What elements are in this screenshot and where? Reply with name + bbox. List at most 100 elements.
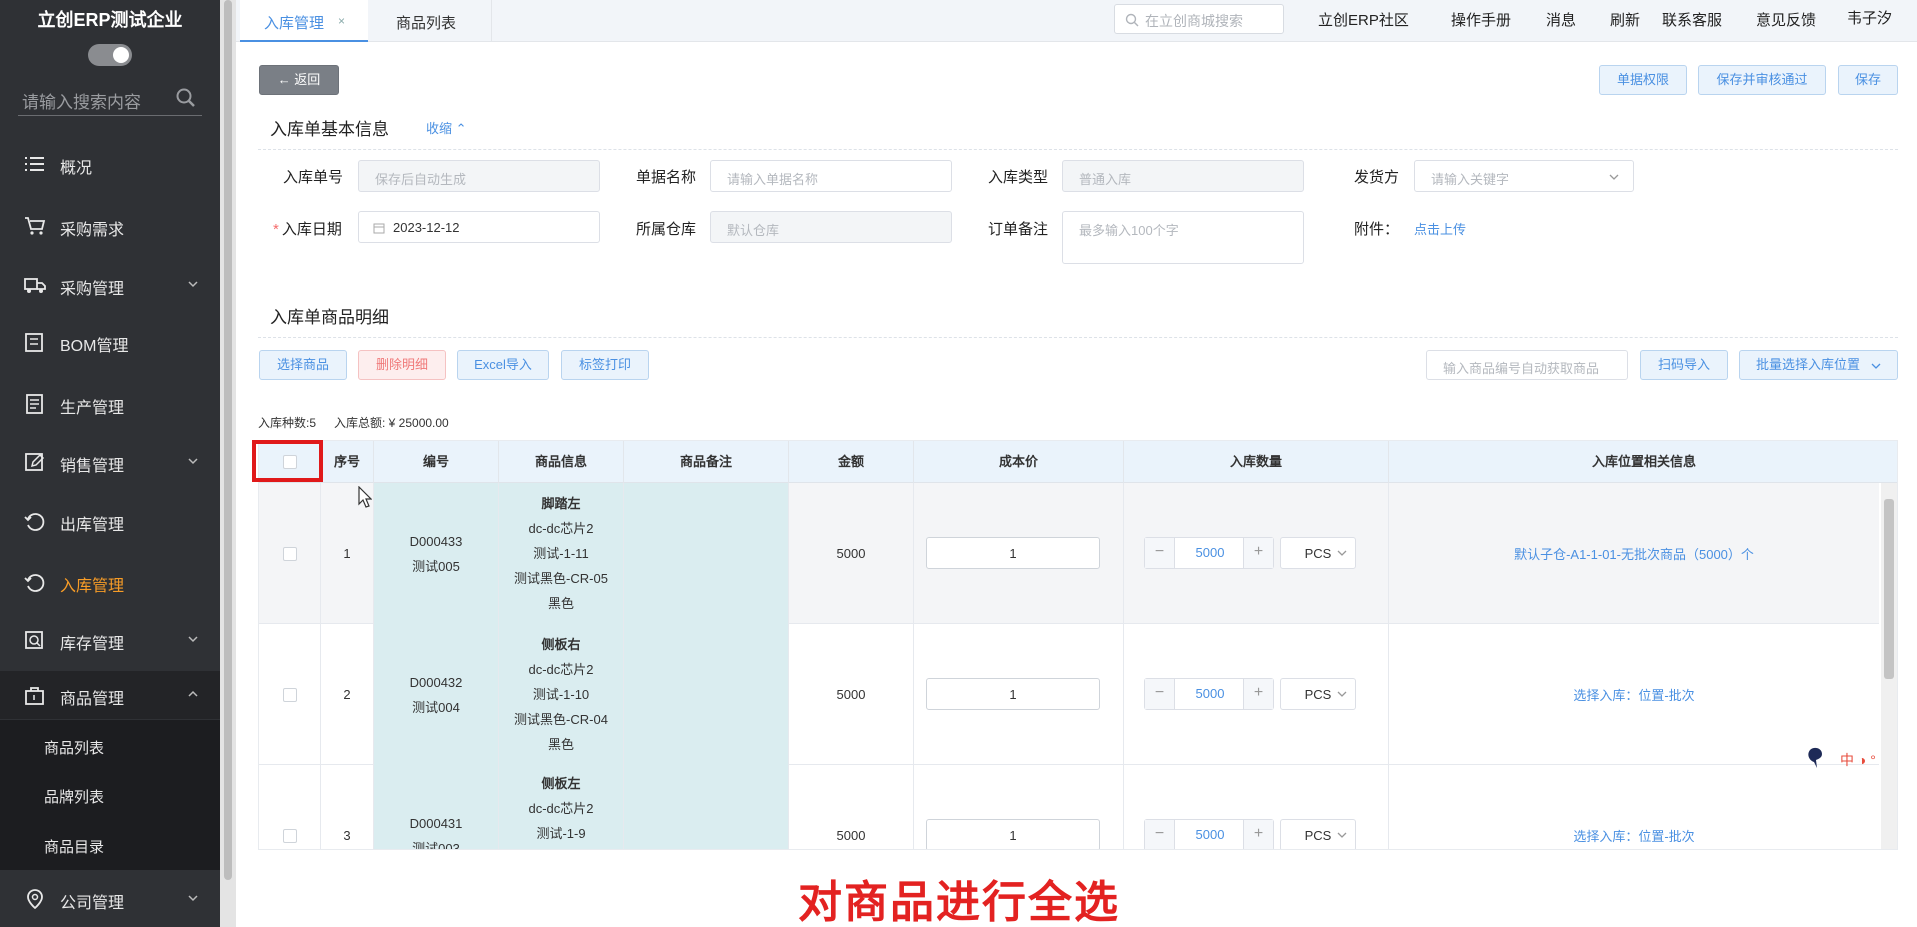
plus-icon[interactable]: + (1243, 820, 1273, 849)
remark-textarea[interactable]: 最多输入100个字 (1062, 211, 1304, 264)
header-cost: 成本价 (914, 441, 1124, 483)
link-feedback[interactable]: 意见反馈 (1756, 9, 1816, 30)
plus-icon[interactable]: + (1243, 538, 1273, 568)
search-placeholder: 在立创商城搜索 (1145, 13, 1243, 29)
cell-info: 侧板左 dc-dc芯片2 测试-1-9 (499, 765, 624, 849)
label-print-button[interactable]: 标签打印 (561, 350, 649, 380)
location-link[interactable]: 选择入库：位置-批次 (1573, 826, 1694, 845)
sidebar-scrollbar[interactable] (220, 0, 236, 927)
nav-outbound[interactable]: 出库管理 (0, 497, 220, 545)
link-refresh[interactable]: 刷新 (1610, 9, 1640, 30)
nav-inventory[interactable]: 库存管理 (0, 616, 220, 664)
ime-status[interactable]: 中 ◑ ° (1840, 750, 1876, 770)
scrollbar-thumb[interactable] (1884, 499, 1894, 679)
info-line: 黑色 (547, 596, 574, 611)
table-row: 2 D000432 测试004 侧板右 dc-dc芯片2 测试-1-10 测试黑… (259, 624, 1879, 765)
qty-value[interactable]: 5000 (1175, 538, 1245, 568)
product-name: 侧板左 (541, 776, 581, 791)
location-link[interactable]: 选择入库：位置-批次 (1573, 685, 1694, 704)
batch-location-label: 批量选择入库位置 (1756, 357, 1861, 372)
summary-total: 入库总额: ¥ 25000.00 (334, 416, 449, 430)
qty-stepper[interactable]: − 5000 + (1144, 678, 1274, 710)
product-code-input[interactable]: 输入商品编号自动获取商品 (1426, 350, 1628, 380)
doc-name-field[interactable]: 请输入单据名称 (710, 160, 952, 192)
user-name[interactable]: 韦子汐 (1847, 7, 1892, 28)
minus-icon[interactable]: − (1145, 820, 1175, 849)
permission-button[interactable]: 单据权限 (1599, 65, 1687, 95)
unit-select[interactable]: PCS (1280, 537, 1356, 569)
row-checkbox[interactable] (282, 828, 297, 843)
sender-select[interactable]: 请输入关键字 (1414, 160, 1634, 192)
cost-input[interactable]: 1 (926, 819, 1100, 849)
table-scrollbar[interactable] (1881, 483, 1897, 849)
cell-remark (624, 483, 789, 624)
table-header: 序号 编号 商品信息 商品备注 金额 成本价 入库数量 入库位置相关信息 (259, 441, 1897, 483)
nav-bom[interactable]: BOM管理 (0, 318, 220, 366)
theme-toggle[interactable] (88, 44, 132, 66)
save-button[interactable]: 保存 (1838, 65, 1898, 95)
nav-sales[interactable]: 销售管理 (0, 438, 220, 486)
scrollbar-thumb[interactable] (224, 0, 232, 880)
subnav-brand-list[interactable]: 品牌列表 (0, 771, 220, 819)
mall-search-input[interactable]: 在立创商城搜索 (1114, 4, 1284, 34)
label-attachment: 附件： (1354, 221, 1400, 238)
cell-remark (624, 765, 789, 849)
nav-production[interactable]: 生产管理 (0, 380, 220, 428)
nav-purchase-demand[interactable]: 采购需求 (0, 202, 220, 250)
link-manual[interactable]: 操作手册 (1451, 9, 1511, 30)
tab-product-list[interactable]: 商品列表 (372, 0, 492, 42)
upload-link[interactable]: 点击上传 (1414, 219, 1466, 238)
nav-purchase-mgmt[interactable]: 采购管理 (0, 261, 220, 309)
inbound-date-field[interactable]: 2023-12-12 (358, 211, 600, 243)
code-primary: D000431 (409, 815, 463, 831)
collapse-toggle[interactable]: 收缩 ⌃ (426, 118, 467, 137)
tab-inbound[interactable]: 入库管理 × (240, 0, 368, 42)
row-checkbox[interactable] (282, 546, 297, 561)
link-messages[interactable]: 消息 (1546, 9, 1576, 30)
plus-icon[interactable]: + (1243, 679, 1273, 709)
header-seq: 序号 (321, 441, 374, 483)
cell-remark (624, 624, 789, 765)
location-link[interactable]: 默认子仓-A1-1-01-无批次商品（5000）个 (1514, 544, 1754, 563)
scan-import-button[interactable]: 扫码导入 (1640, 350, 1728, 380)
excel-import-button[interactable]: Excel导入 (457, 350, 549, 380)
unit-select[interactable]: PCS (1280, 678, 1356, 710)
cost-input[interactable]: 1 (926, 678, 1100, 710)
qty-stepper[interactable]: − 5000 + (1144, 819, 1274, 849)
row-checkbox[interactable] (282, 687, 297, 702)
order-no-field[interactable]: 保存后自动生成 (358, 160, 600, 192)
minus-icon[interactable]: − (1145, 538, 1175, 568)
sidebar-search[interactable]: 请输入搜索内容 (18, 84, 202, 116)
cell-code: D000433 测试005 (374, 483, 499, 624)
nav-products[interactable]: 商品管理 (0, 671, 220, 719)
save-approve-button[interactable]: 保存并审核通过 (1698, 65, 1826, 95)
batch-location-button[interactable]: 批量选择入库位置 (1739, 350, 1898, 380)
back-button[interactable]: ← 返回 (259, 65, 339, 95)
cell-seq: 2 (321, 624, 374, 765)
unit-select[interactable]: PCS (1280, 819, 1356, 849)
subnav-product-list[interactable]: 商品列表 (0, 722, 220, 770)
cost-input[interactable]: 1 (926, 537, 1100, 569)
qty-value[interactable]: 5000 (1175, 679, 1245, 709)
inbound-type-field[interactable]: 普通入库 (1062, 160, 1304, 192)
subnav-label: 品牌列表 (44, 789, 105, 806)
link-community[interactable]: 立创ERP社区 (1318, 9, 1409, 30)
nav-company[interactable]: 公司管理 (0, 875, 220, 923)
toggle-knob (113, 47, 129, 63)
link-support[interactable]: 联系客服 (1662, 9, 1722, 30)
cell-code: D000431 测试003 (374, 765, 499, 849)
select-product-button[interactable]: 选择商品 (259, 350, 347, 380)
search-icon[interactable] (176, 88, 196, 108)
nav-inbound[interactable]: 入库管理 (0, 558, 220, 606)
nav-overview[interactable]: 概况 (0, 140, 220, 188)
chevron-down-icon (188, 636, 198, 643)
subnav-catalog[interactable]: 商品目录 (0, 821, 220, 869)
warehouse-field[interactable]: 默认仓库 (710, 211, 952, 243)
delete-detail-button[interactable]: 删除明细 (358, 350, 446, 380)
label-sender: 发货方 (1354, 169, 1400, 186)
minus-icon[interactable]: − (1145, 679, 1175, 709)
qty-stepper[interactable]: − 5000 + (1144, 537, 1274, 569)
instruction-caption: 对商品进行全选 (798, 878, 1120, 927)
qty-value[interactable]: 5000 (1175, 820, 1245, 849)
close-icon[interactable]: × (338, 14, 345, 28)
